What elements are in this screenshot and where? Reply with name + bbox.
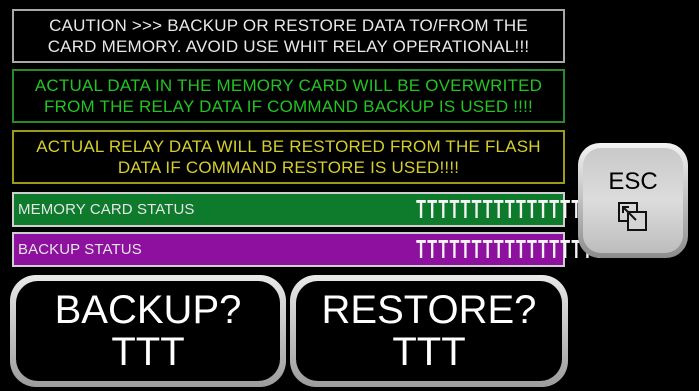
memory-card-status-label: MEMORY CARD STATUS <box>18 201 195 218</box>
restore-button-value: TTT <box>392 330 466 374</box>
backup-status-bar: BACKUP STATUS TTTTTTTTTTTTTTTTTTTT <box>12 232 637 267</box>
window-restore-icon <box>618 201 647 231</box>
backup-button-face[interactable]: BACKUP? TTT <box>16 281 280 381</box>
backup-button-label: BACKUP? <box>54 288 242 332</box>
caution-message: CAUTION >>> BACKUP OR RESTORE DATA TO/FR… <box>12 9 565 63</box>
restore-line-2: DATA IF COMMAND RESTORE IS USED!!!! <box>117 158 460 177</box>
esc-button-label: ESC <box>608 167 658 195</box>
backup-button-value: TTT <box>111 330 185 374</box>
backup-button[interactable]: BACKUP? TTT <box>10 275 286 387</box>
overwrite-line-1: ACTUAL DATA IN THE MEMORY CARD WILL BE O… <box>34 76 543 95</box>
restore-line-1: ACTUAL RELAY DATA WILL BE RESTORED FROM … <box>36 137 541 156</box>
esc-button[interactable]: ESC <box>578 143 688 258</box>
caution-line-1: CAUTION >>> BACKUP OR RESTORE DATA TO/FR… <box>49 16 528 35</box>
restore-warning: ACTUAL RELAY DATA WILL BE RESTORED FROM … <box>12 130 565 184</box>
restore-button-face[interactable]: RESTORE? TTT <box>296 281 562 381</box>
caution-line-2: CARD MEMORY. AVOID USE WHIT RELAY OPERAT… <box>47 37 530 56</box>
overwrite-warning: ACTUAL DATA IN THE MEMORY CARD WILL BE O… <box>12 69 565 123</box>
overwrite-line-2: FROM THE RELAY DATA IF COMMAND BACKUP IS… <box>44 97 533 116</box>
restore-button-label: RESTORE? <box>321 288 537 332</box>
memory-card-status-bar: MEMORY CARD STATUS TTTTTTTTTTTTTTTTTTTT <box>12 192 637 227</box>
restore-button[interactable]: RESTORE? TTT <box>290 275 568 387</box>
esc-button-face[interactable]: ESC <box>583 148 683 253</box>
backup-status-label: BACKUP STATUS <box>18 241 142 258</box>
